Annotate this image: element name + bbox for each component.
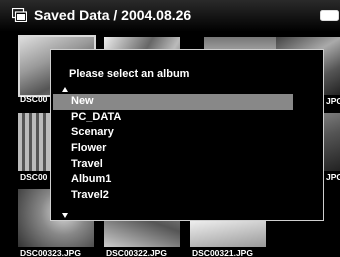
thumbnail-filename: DSC00 bbox=[20, 94, 48, 104]
scroll-up-arrow-icon[interactable] bbox=[62, 87, 68, 92]
thumbnail-filename: JPG bbox=[326, 96, 340, 106]
album-item-flower[interactable]: Flower bbox=[53, 141, 293, 157]
scroll-down-arrow-icon[interactable] bbox=[62, 213, 68, 218]
album-item-travel[interactable]: Travel bbox=[53, 157, 293, 173]
album-list: New PC_DATA Scenary Flower Travel Album1… bbox=[51, 94, 323, 204]
thumbnail-filename: DSC00322.JPG bbox=[106, 248, 167, 257]
folder-icon bbox=[12, 8, 27, 22]
album-item-travel2[interactable]: Travel2 bbox=[53, 188, 293, 204]
screen: Saved Data / 2004.08.26 DSC00 JPG DSC00 … bbox=[0, 0, 340, 257]
battery-icon bbox=[320, 10, 339, 21]
album-item-new[interactable]: New bbox=[53, 94, 293, 110]
album-item-pc-data[interactable]: PC_DATA bbox=[53, 110, 293, 126]
thumbnail-filename: DSC00 bbox=[20, 172, 48, 182]
album-item-album1[interactable]: Album1 bbox=[53, 172, 293, 188]
thumbnail-filename: DSC00323.JPG bbox=[20, 248, 81, 257]
header-title: Saved Data / 2004.08.26 bbox=[34, 7, 192, 23]
dialog-title: Please select an album bbox=[69, 68, 190, 80]
album-select-dialog: Please select an album New PC_DATA Scena… bbox=[50, 49, 324, 221]
thumbnail-filename: JPG bbox=[326, 172, 340, 182]
header-bar: Saved Data / 2004.08.26 bbox=[0, 0, 340, 32]
thumbnail-filename: DSC00321.JPG bbox=[192, 248, 253, 257]
album-item-scenary[interactable]: Scenary bbox=[53, 125, 293, 141]
